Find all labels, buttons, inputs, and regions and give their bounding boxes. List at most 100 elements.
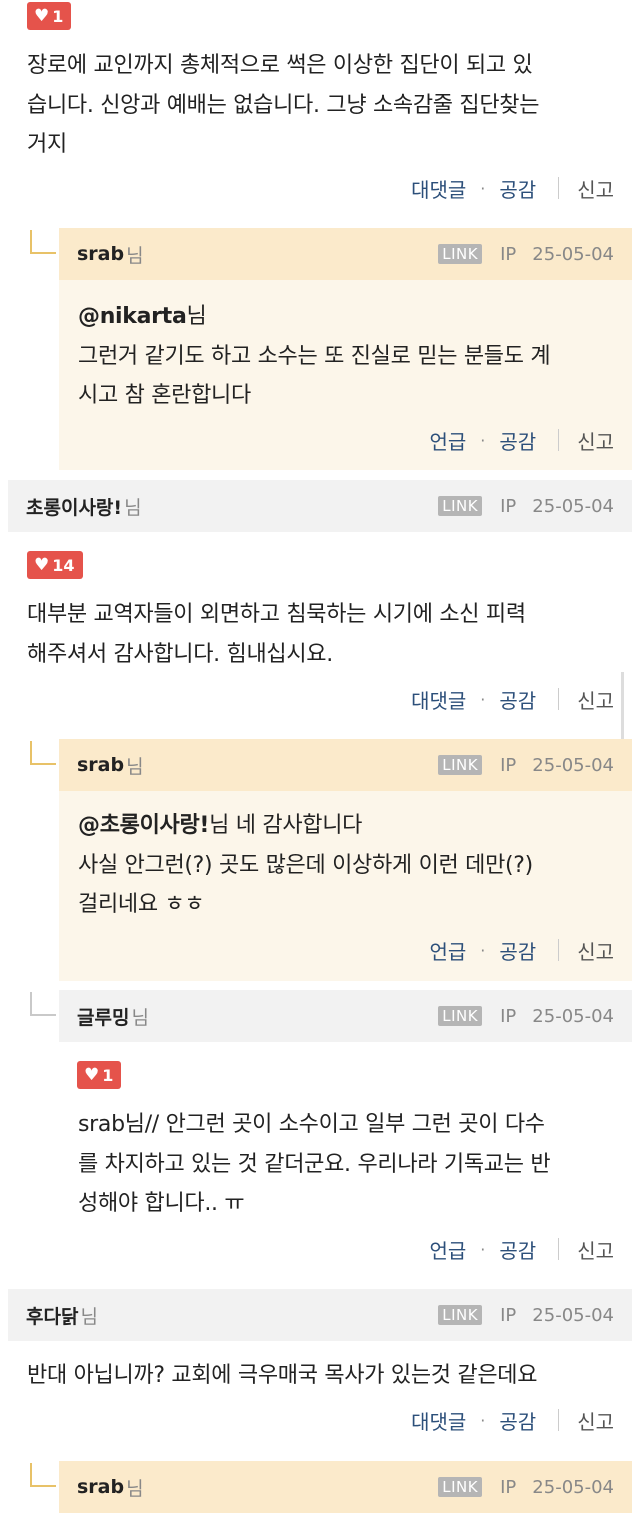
mention[interactable]: @초롱이사랑! (78, 813, 209, 838)
divider (558, 1409, 560, 1431)
link-badge[interactable]: LINK (438, 1006, 483, 1026)
heart-icon: ♥ (84, 1064, 100, 1085)
comment-body: 장로에 교인까지 총체적으로 썩은 이상한 집단이 되고 있 습니다. 신앙과 … (27, 46, 539, 165)
ip-label: IP (500, 1304, 517, 1326)
empathy-button[interactable]: 공감 (499, 685, 536, 714)
comment-line: 해주셔서 감사합니다. 힘내십시요. (27, 641, 333, 667)
like-count: 1 (102, 1065, 114, 1085)
like-badge: ♥ 1 (27, 2, 72, 30)
comment-body: 대부분 교역자들이 외면하고 침묵하는 시기에 소신 피력 해주셔서 감사합니다… (27, 595, 526, 674)
divider (558, 1238, 560, 1260)
reply-indent-icon (30, 741, 56, 765)
mention-button[interactable]: 언급 (429, 426, 466, 455)
comment-date: 25-05-04 (532, 754, 614, 776)
ip-label: IP (500, 243, 517, 265)
comment-date: 25-05-04 (532, 1005, 614, 1027)
comment-line: srab님// 안그런 곳이 소수이고 일부 그런 곳이 다수 (78, 1112, 545, 1137)
comment-date: 25-05-04 (532, 1476, 614, 1498)
honorific: 님 (126, 244, 144, 267)
comment-line: 를 차지하고 있는 것 같더군요. 우리나라 기독교는 반 (78, 1151, 551, 1177)
separator-dot: · (480, 689, 486, 709)
comment-header: srab 님 LINK IP 25-05-04 (59, 739, 632, 791)
reply-indent-icon (30, 230, 56, 254)
empathy-button[interactable]: 공감 (499, 936, 536, 965)
reply-button[interactable]: 대댓글 (411, 174, 466, 203)
honorific: 님 (126, 755, 144, 778)
comment-line: @초롱이사랑!님 네 감사합니다 (78, 806, 533, 846)
empathy-button[interactable]: 공감 (499, 426, 536, 455)
comment-actions: 언급 · 공감 신고 (429, 935, 614, 965)
comment-line: 습니다. 신앙과 예배는 없습니다. 그냥 소속감줄 집단찾는 (27, 92, 540, 118)
divider (558, 939, 560, 961)
reply-button[interactable]: 대댓글 (411, 685, 466, 714)
comment-date: 25-05-04 (532, 1304, 614, 1326)
mention-button[interactable]: 언급 (429, 1235, 466, 1264)
username[interactable]: 글루밍 (77, 1003, 129, 1030)
username[interactable]: 후다닭 (26, 1302, 78, 1329)
honorific: 님 (131, 1006, 149, 1029)
report-button[interactable]: 신고 (577, 936, 614, 965)
username[interactable]: srab (77, 243, 124, 265)
comment-body: @nikarta님 그런거 같기도 하고 소수는 또 진실로 믿는 분들도 계 … (78, 297, 551, 416)
comment-line: 걸리네요 ㅎㅎ (78, 892, 205, 917)
report-button[interactable]: 신고 (577, 685, 614, 714)
link-badge[interactable]: LINK (438, 1477, 483, 1497)
comment-date: 25-05-04 (532, 495, 614, 517)
comment-actions: 대댓글 · 공감 신고 (411, 684, 614, 714)
report-button[interactable]: 신고 (577, 174, 614, 203)
mention[interactable]: @nikarta (78, 304, 187, 329)
comment-header: 초롱이사랑! 님 LINK IP 25-05-04 (8, 480, 632, 532)
comment-actions: 대댓글 · 공감 신고 (411, 173, 614, 203)
report-button[interactable]: 신고 (577, 1235, 614, 1264)
like-badge: ♥ 14 (27, 551, 83, 579)
comment-body: srab님// 안그런 곳이 소수이고 일부 그런 곳이 다수 를 차지하고 있… (78, 1105, 551, 1224)
separator-dot: · (480, 178, 486, 198)
link-badge[interactable]: LINK (438, 244, 483, 264)
reply-button[interactable]: 대댓글 (411, 1406, 466, 1435)
comment-body: 반대 아닙니까? 교회에 극우매국 목사가 있는것 같은데요 (27, 1356, 537, 1396)
username[interactable]: srab (77, 754, 124, 776)
ip-label: IP (500, 754, 517, 776)
like-count: 1 (52, 6, 64, 26)
ip-label: IP (500, 1005, 517, 1027)
link-badge[interactable]: LINK (438, 496, 483, 516)
divider (558, 177, 560, 199)
comment-actions: 대댓글 · 공감 신고 (411, 1405, 614, 1435)
ip-label: IP (500, 1476, 517, 1498)
mention-suffix: 님 (186, 304, 207, 329)
empathy-button[interactable]: 공감 (499, 174, 536, 203)
divider (558, 688, 560, 710)
comment-actions: 언급 · 공감 신고 (429, 425, 614, 455)
comment-line: 사실 안그런(?) 곳도 많은데 이상하게 이런 데만(?) (78, 852, 533, 878)
comment-header: srab 님 LINK IP 25-05-04 (59, 228, 632, 280)
separator-dot: · (480, 430, 486, 450)
separator-dot: · (480, 1410, 486, 1430)
comment-header: 글루밍 님 LINK IP 25-05-04 (59, 990, 632, 1042)
comment-header: srab 님 LINK IP 25-05-04 (59, 1461, 632, 1513)
honorific: 님 (124, 496, 142, 519)
divider (558, 429, 560, 451)
comment-line: 반대 아닙니까? 교회에 극우매국 목사가 있는것 같은데요 (27, 1363, 538, 1388)
comment-header: 후다닭 님 LINK IP 25-05-04 (8, 1289, 632, 1341)
comment-line: 거지 (27, 132, 67, 157)
link-badge[interactable]: LINK (438, 755, 483, 775)
like-count: 14 (52, 555, 75, 575)
comment-actions: 언급 · 공감 신고 (429, 1234, 614, 1264)
comment-line: 성해야 합니다.. ㅠ (78, 1191, 245, 1216)
comment-line: 시고 참 혼란합니다 (78, 383, 251, 408)
honorific: 님 (80, 1305, 98, 1328)
mention-button[interactable]: 언급 (429, 936, 466, 965)
separator-dot: · (480, 1239, 486, 1259)
empathy-button[interactable]: 공감 (499, 1235, 536, 1264)
reply-indent-icon (30, 1463, 56, 1487)
report-button[interactable]: 신고 (577, 426, 614, 455)
link-badge[interactable]: LINK (438, 1305, 483, 1325)
comment-line: 그런거 같기도 하고 소수는 또 진실로 믿는 분들도 계 (78, 343, 551, 369)
like-badge: ♥ 1 (77, 1061, 122, 1089)
username[interactable]: srab (77, 1476, 124, 1498)
empathy-button[interactable]: 공감 (499, 1406, 536, 1435)
report-button[interactable]: 신고 (577, 1406, 614, 1435)
heart-icon: ♥ (34, 554, 50, 575)
username[interactable]: 초롱이사랑! (26, 493, 122, 520)
comment-line: @nikarta님 (78, 297, 550, 337)
